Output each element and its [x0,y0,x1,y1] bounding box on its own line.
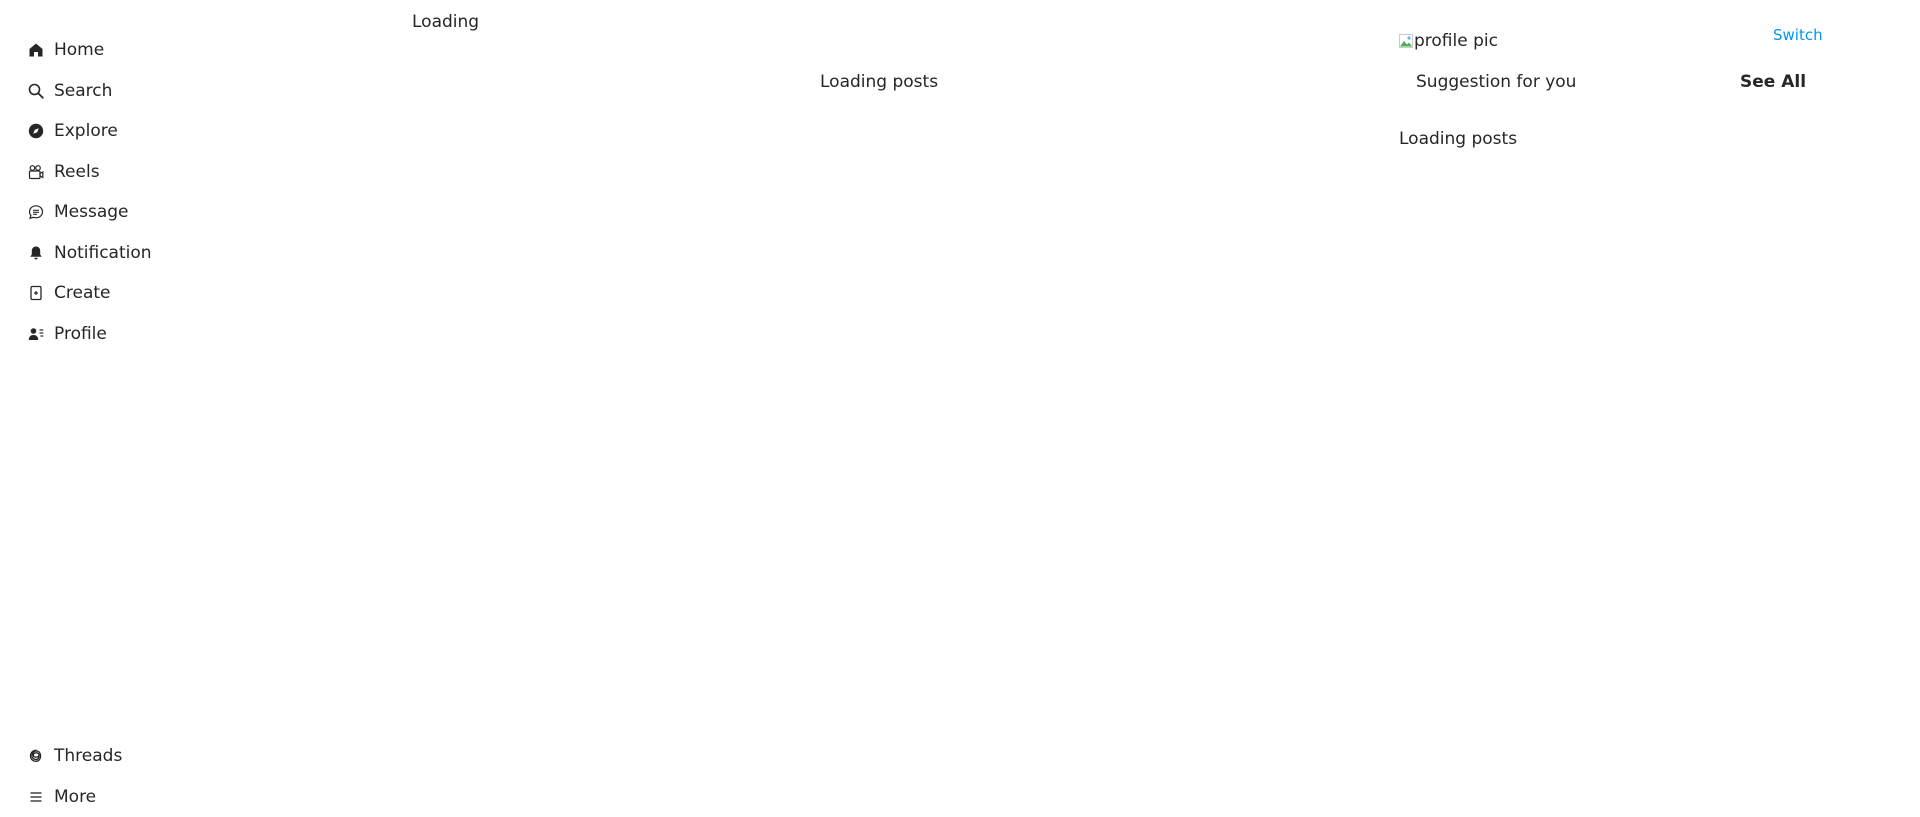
menu-icon [28,789,44,805]
profile-pic-alt-text: profile pic [1414,30,1498,52]
profile-pic[interactable]: profile pic [1399,30,1498,52]
sidebar-item-label: Notification [54,243,152,263]
message-icon [28,204,44,220]
sidebar-item-search[interactable]: Search [28,71,152,112]
sidebar-item-home[interactable]: Home [28,30,152,71]
sidebar-item-label: Explore [54,121,118,141]
suggestion-title: Suggestion for you [1416,70,1576,94]
see-all-link[interactable]: See All [1740,70,1806,94]
sidebar-item-label: Threads [54,746,122,766]
threads-icon [28,748,44,764]
sidebar-item-profile[interactable]: Profile [28,314,152,355]
feed-loading-text: Loading posts [820,70,938,94]
compass-icon [28,123,44,139]
sidebar-item-label: Profile [54,324,107,344]
sidebar-item-message[interactable]: Message [28,192,152,233]
sidebar-item-notification[interactable]: Notification [28,233,152,274]
sidebar-item-threads[interactable]: Threads [28,736,122,777]
sidebar-item-reels[interactable]: Reels [28,152,152,193]
stories-loading-text: Loading [412,10,479,34]
sidebar-item-label: Home [54,40,104,60]
sidebar-item-label: Search [54,81,112,101]
broken-image-icon [1399,34,1413,48]
reels-icon [28,164,44,180]
home-icon [28,42,44,58]
sidebar-item-explore[interactable]: Explore [28,111,152,152]
switch-account-link[interactable]: Switch [1773,25,1823,45]
search-icon [28,83,44,99]
profile-icon [28,326,44,342]
suggestions-loading-text: Loading posts [1399,127,1517,151]
sidebar-bottom-nav: Threads More [28,736,122,817]
sidebar-item-label: Reels [54,162,100,182]
left-sidebar: Home Search Explore Reels Message [0,0,300,811]
sidebar-item-create[interactable]: Create [28,273,152,314]
create-icon [28,285,44,301]
sidebar-item-label: More [54,787,96,807]
sidebar-nav: Home Search Explore Reels Message [28,30,152,354]
sidebar-item-label: Create [54,283,111,303]
sidebar-item-label: Message [54,202,129,222]
bell-icon [28,245,44,261]
